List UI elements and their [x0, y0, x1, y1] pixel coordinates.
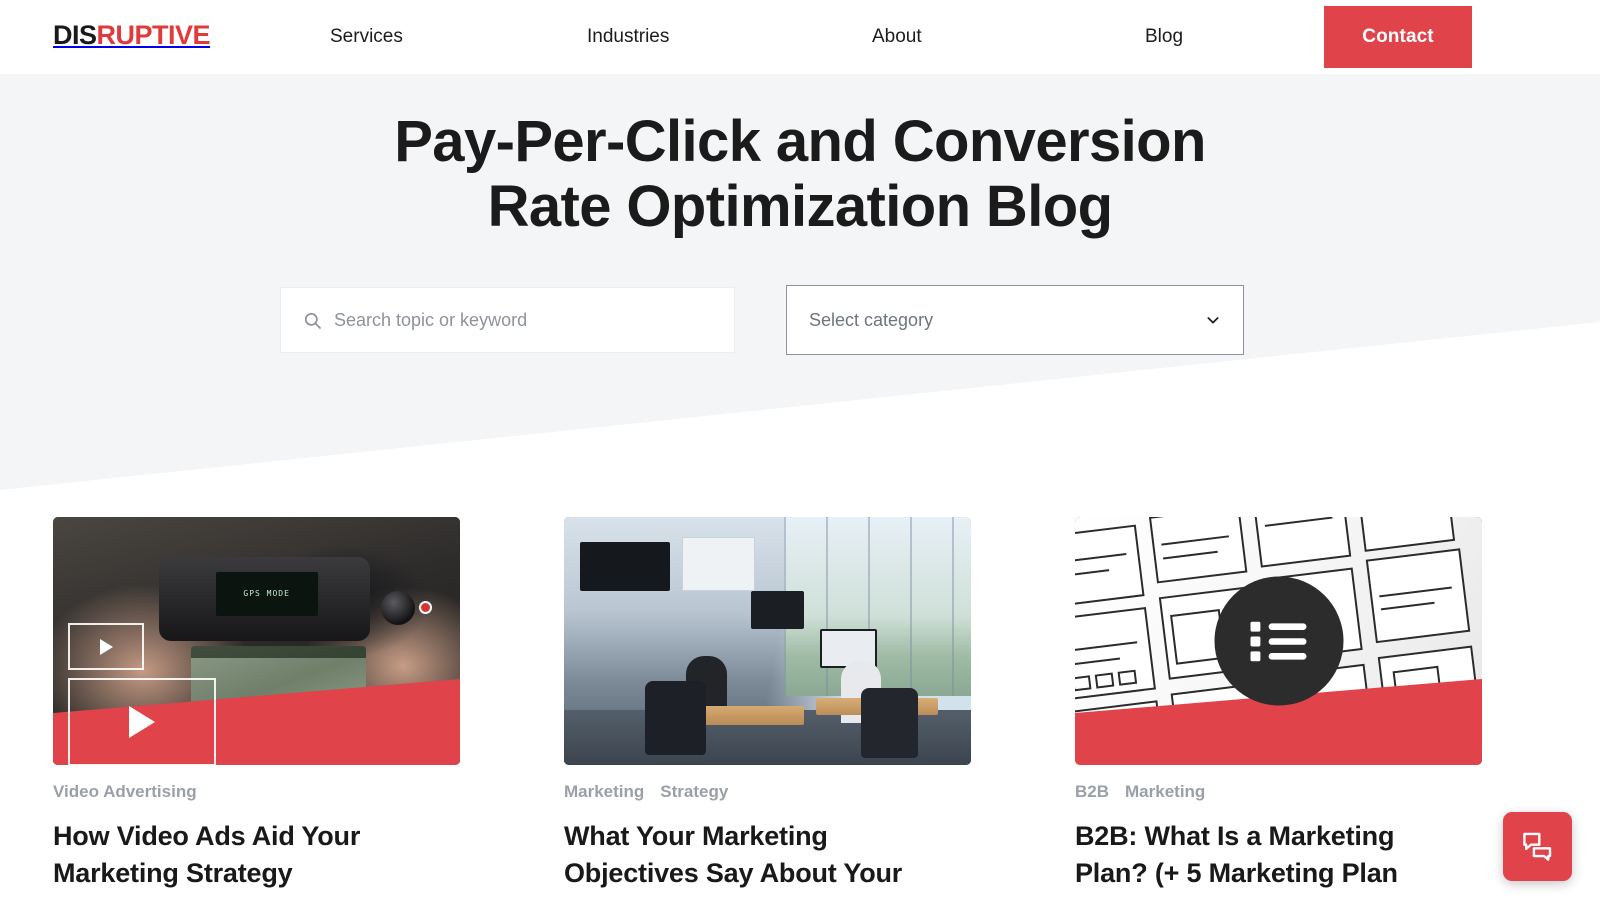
- tag-b2b[interactable]: B2B: [1075, 782, 1109, 802]
- blog-card: Marketing Strategy What Your Marketing O…: [564, 517, 971, 891]
- blog-card-title[interactable]: How Video Ads Aid Your Marketing Strateg…: [53, 818, 460, 891]
- page-title-line-1: Pay-Per-Click and Conversion: [394, 109, 1206, 174]
- contact-button[interactable]: Contact: [1324, 6, 1472, 68]
- nav-item-blog[interactable]: Blog: [1145, 26, 1183, 48]
- hero-section: Pay-Per-Click and Conversion Rate Optimi…: [0, 74, 1600, 494]
- drone-joystick: [381, 591, 416, 626]
- office-chair: [861, 688, 919, 758]
- list-icon: [1250, 621, 1307, 661]
- wall-monitor: [580, 541, 670, 592]
- primary-nav-links: Services Industries About Blog: [0, 0, 1330, 74]
- page-title: Pay-Per-Click and Conversion Rate Optimi…: [0, 109, 1600, 240]
- blog-card: GPS MODE Video Advertising How Video Ads…: [53, 517, 460, 891]
- blog-card-tags: B2B Marketing: [1075, 782, 1482, 802]
- category-select[interactable]: Select category: [786, 285, 1244, 355]
- blog-card-title-line-1: What Your Marketing: [564, 821, 828, 851]
- blog-card-thumbnail[interactable]: [564, 517, 971, 765]
- play-triangle-icon: [99, 638, 113, 655]
- tag-marketing[interactable]: Marketing: [564, 782, 644, 802]
- blog-card-tags: Marketing Strategy: [564, 782, 971, 802]
- blog-card-title-line-1: B2B: What Is a Marketing: [1075, 821, 1395, 851]
- blog-card-title-line-2: Plan? (+ 5 Marketing Plan: [1075, 857, 1398, 888]
- blog-card-title-line-1: How Video Ads Aid Your: [53, 821, 361, 851]
- search-input[interactable]: [334, 309, 734, 331]
- tag-marketing[interactable]: Marketing: [1125, 782, 1205, 802]
- nav-item-industries[interactable]: Industries: [587, 26, 669, 48]
- play-button-outline-small: [68, 623, 144, 670]
- blog-card-title[interactable]: B2B: What Is a Marketing Plan? (+ 5 Mark…: [1075, 818, 1482, 891]
- blog-card-title-line-2: Marketing Strategy: [53, 857, 293, 888]
- chat-bubbles-icon: [1523, 832, 1552, 861]
- whiteboard: [682, 536, 756, 592]
- blog-card-thumbnail[interactable]: GPS MODE: [53, 517, 460, 765]
- desk-monitor: [751, 591, 805, 629]
- chat-widget-button[interactable]: [1503, 812, 1572, 881]
- tag-strategy[interactable]: Strategy: [660, 782, 728, 802]
- record-indicator: [418, 601, 432, 615]
- chevron-down-icon: [1207, 317, 1219, 324]
- blog-card: B2B Marketing B2B: What Is a Marketing P…: [1075, 517, 1482, 891]
- list-badge: [1214, 576, 1343, 706]
- top-navigation-bar: DISRUPTIVE Services Industries About Blo…: [0, 0, 1600, 74]
- nav-item-about[interactable]: About: [872, 26, 922, 48]
- blog-card-tags: Video Advertising: [53, 782, 460, 802]
- category-select-value: Select category: [809, 309, 934, 330]
- blog-card-thumbnail[interactable]: [1075, 517, 1482, 765]
- page-title-line-2: Rate Optimization Blog: [487, 173, 1113, 239]
- tag-video-advertising[interactable]: Video Advertising: [53, 782, 197, 802]
- play-triangle-icon: [129, 706, 155, 738]
- blog-card-title[interactable]: What Your Marketing Objectives Say About…: [564, 818, 971, 891]
- blog-filters: Select category: [0, 285, 1600, 367]
- drone-screen-readout: GPS MODE: [215, 571, 318, 617]
- search-field-wrapper[interactable]: [280, 287, 735, 353]
- blog-card-title-line-2: Objectives Say About Your: [564, 857, 903, 888]
- play-button-outline-large: [68, 678, 216, 765]
- office-chair: [645, 680, 707, 756]
- search-icon: [304, 312, 321, 329]
- open-office-photo: [564, 517, 971, 765]
- blog-post-grid: GPS MODE Video Advertising How Video Ads…: [0, 494, 1600, 905]
- nav-item-services[interactable]: Services: [330, 26, 403, 48]
